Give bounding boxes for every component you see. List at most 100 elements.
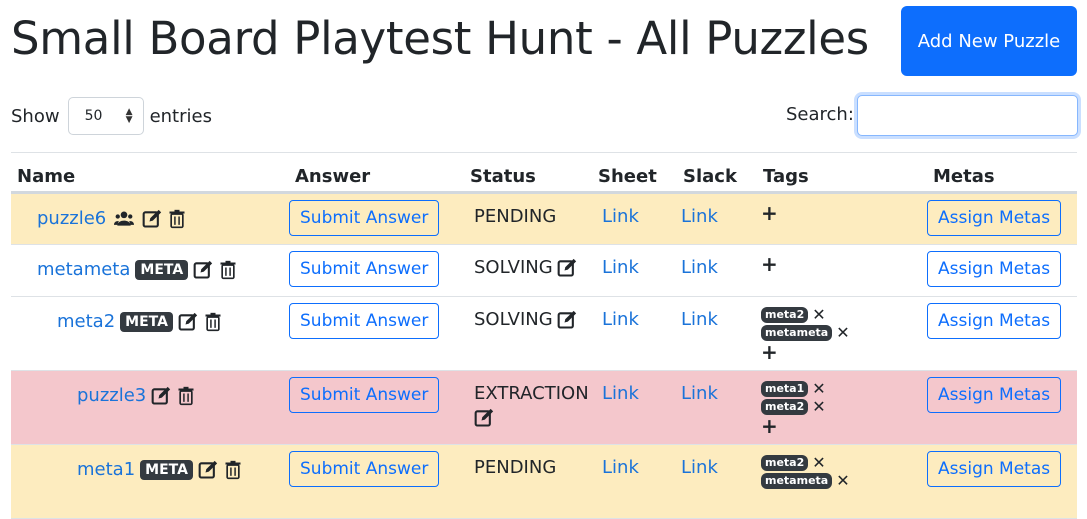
submit-answer-button[interactable]: Submit Answer (289, 251, 440, 287)
edit-icon[interactable] (151, 386, 171, 406)
status-cell: EXTRACTION (464, 370, 592, 445)
trash-icon[interactable] (176, 386, 196, 406)
column-header-slack[interactable]: Slack (677, 152, 757, 194)
table-row: meta1 META Submit Answer PENDING Link Li… (11, 444, 1077, 519)
edit-icon[interactable] (557, 310, 577, 330)
sheet-link[interactable]: Link (602, 383, 639, 404)
column-header-answer[interactable]: Answer (289, 152, 464, 194)
close-icon[interactable]: ✕ (836, 325, 849, 341)
slack-link[interactable]: Link (681, 383, 718, 404)
entries-label: entries (149, 105, 212, 127)
sheet-link[interactable]: Link (602, 206, 639, 227)
sheet-link[interactable]: Link (602, 257, 639, 278)
close-icon[interactable]: ✕ (812, 307, 825, 323)
column-header-sheet[interactable]: Sheet (592, 152, 677, 194)
column-header-metas[interactable]: Metas (927, 152, 1077, 194)
edit-icon[interactable] (198, 460, 218, 480)
status-text[interactable]: SOLVING (474, 309, 553, 330)
tag-label[interactable]: meta1 (761, 381, 809, 397)
plus-icon[interactable]: + (761, 416, 778, 436)
submit-answer-button[interactable]: Submit Answer (289, 377, 440, 413)
table-row: metameta META Submit Answer SOLVING Link… (11, 244, 1077, 297)
edit-icon[interactable] (142, 209, 162, 229)
trash-icon[interactable] (167, 209, 187, 229)
close-icon[interactable]: ✕ (812, 455, 825, 471)
tag-item: meta2 ✕ (761, 399, 826, 415)
puzzle-name-link[interactable]: metameta (37, 259, 130, 280)
edit-icon[interactable] (474, 408, 494, 428)
sheet-cell: Link (592, 370, 677, 445)
add-new-puzzle-button[interactable]: Add New Puzzle (901, 6, 1077, 76)
status-text[interactable]: EXTRACTION (474, 383, 589, 404)
table-row: puzzle6 Submit Answer PENDING Link Link … (11, 192, 1077, 245)
edit-icon[interactable] (557, 258, 577, 278)
show-label: Show (11, 105, 60, 127)
close-icon[interactable]: ✕ (812, 381, 825, 397)
table-header-row: Name Answer Status Sheet Slack Tags Meta… (11, 152, 1077, 194)
table-row: puzzle3 Submit Answer EXTRACTION Link Li… (11, 370, 1077, 445)
users-icon (114, 211, 135, 226)
tag-label[interactable]: meta2 (761, 399, 809, 415)
submit-answer-button[interactable]: Submit Answer (289, 200, 440, 236)
edit-icon[interactable] (178, 312, 198, 332)
column-header-tags[interactable]: Tags (757, 152, 927, 194)
close-icon[interactable]: ✕ (836, 473, 849, 489)
puzzle-name-link[interactable]: meta2 (57, 311, 115, 332)
assign-metas-button[interactable]: Assign Metas (927, 451, 1062, 487)
tag-item: metameta ✕ (761, 473, 850, 489)
meta-badge: META (140, 459, 193, 480)
meta-badge: META (135, 259, 189, 280)
trash-icon[interactable] (223, 460, 243, 480)
answer-cell: Submit Answer (289, 370, 464, 445)
plus-icon[interactable]: + (761, 342, 778, 362)
tags-cell: + (757, 244, 927, 297)
sheet-link[interactable]: Link (602, 309, 639, 330)
sheet-cell: Link (592, 244, 677, 297)
page-size-select[interactable]: 50 ▲ ▼ (67, 97, 144, 135)
slack-link[interactable]: Link (681, 257, 718, 278)
slack-link[interactable]: Link (681, 309, 718, 330)
table-row: meta2 META Submit Answer SOLVING Link Li… (11, 296, 1077, 371)
search-input[interactable] (857, 95, 1078, 136)
answer-cell: Submit Answer (289, 192, 464, 245)
trash-icon[interactable] (203, 312, 223, 332)
sheet-cell: Link (592, 296, 677, 371)
slack-link[interactable]: Link (681, 206, 718, 227)
tag-label[interactable]: meta2 (761, 307, 809, 323)
slack-link[interactable]: Link (681, 457, 718, 478)
assign-metas-button[interactable]: Assign Metas (927, 303, 1062, 339)
metas-cell: Assign Metas (927, 296, 1077, 371)
tag-label[interactable]: metameta (761, 473, 833, 489)
tag-item: meta2 ✕ (761, 455, 826, 471)
plus-icon[interactable]: + (761, 203, 778, 223)
slack-cell: Link (677, 192, 757, 245)
tag-label[interactable]: metameta (761, 325, 833, 341)
assign-metas-button[interactable]: Assign Metas (927, 200, 1062, 236)
close-icon[interactable]: ✕ (812, 399, 825, 415)
assign-metas-button[interactable]: Assign Metas (927, 377, 1062, 413)
edit-icon[interactable] (193, 260, 213, 280)
status-text[interactable]: SOLVING (474, 257, 553, 278)
tags-cell: meta2 ✕ metameta ✕ (757, 444, 927, 519)
trash-icon[interactable] (218, 260, 238, 280)
answer-cell: Submit Answer (289, 296, 464, 371)
name-cell: puzzle6 (11, 192, 289, 245)
puzzle-name-link[interactable]: puzzle6 (37, 208, 106, 229)
status-text[interactable]: PENDING (474, 206, 556, 227)
search-label: Search: (786, 104, 854, 125)
page-size-control: Show 50 ▲ ▼ entries (11, 96, 212, 136)
puzzle-name-link[interactable]: meta1 (77, 459, 135, 480)
assign-metas-button[interactable]: Assign Metas (927, 251, 1062, 287)
name-cell: meta2 META (11, 296, 289, 371)
plus-icon[interactable]: + (761, 254, 778, 274)
sheet-link[interactable]: Link (602, 457, 639, 478)
column-header-status[interactable]: Status (464, 152, 592, 194)
submit-answer-button[interactable]: Submit Answer (289, 303, 440, 339)
tag-label[interactable]: meta2 (761, 455, 809, 471)
page-size-value: 50 (84, 108, 103, 124)
puzzle-name-link[interactable]: puzzle3 (77, 385, 146, 406)
metas-cell: Assign Metas (927, 244, 1077, 297)
column-header-name[interactable]: Name (11, 152, 289, 194)
submit-answer-button[interactable]: Submit Answer (289, 451, 440, 487)
status-text[interactable]: PENDING (474, 457, 556, 478)
